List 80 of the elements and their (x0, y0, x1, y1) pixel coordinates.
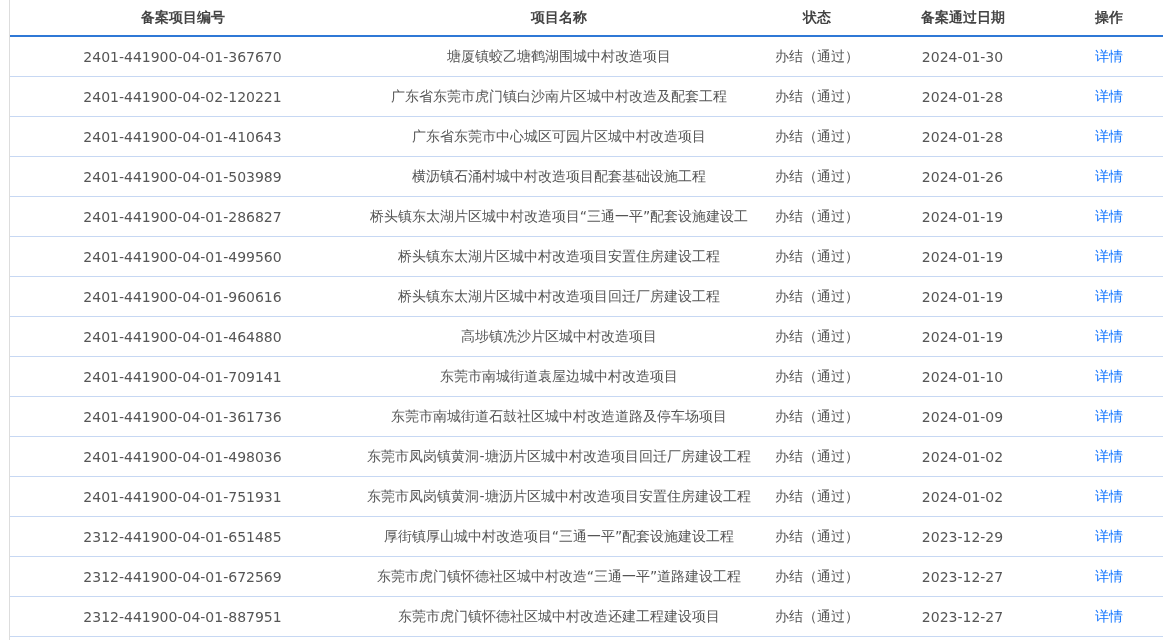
details-link[interactable]: 详情 (1095, 527, 1123, 544)
table-cell: 办结（通过） (763, 596, 870, 637)
table-cell: 2401-441900-04-01-503989 (10, 156, 355, 197)
table-cell: 办结（通过） (763, 436, 870, 477)
details-link[interactable]: 详情 (1095, 607, 1123, 624)
table-cell: 2024-01-30 (870, 36, 1055, 77)
table-cell: 2023-12-27 (870, 556, 1055, 597)
table-cell: 2024-01-19 (870, 196, 1055, 237)
details-link[interactable]: 详情 (1095, 407, 1123, 424)
table-cell: 2401-441900-04-01-709141 (10, 356, 355, 397)
column-header: 备案通过日期 (870, 0, 1055, 36)
table-cell: 办结（通过） (763, 516, 870, 557)
table-cell: 2024-01-02 (870, 476, 1055, 517)
table-cell: 2024-01-19 (870, 236, 1055, 277)
table-cell: 2401-441900-04-01-367670 (10, 36, 355, 77)
table-cell: 2401-441900-04-01-410643 (10, 116, 355, 157)
details-link[interactable]: 详情 (1095, 247, 1123, 264)
table-cell: 2024-01-10 (870, 356, 1055, 397)
table-cell: 东莞市凤岗镇黄洞-塘沥片区城中村改造项目回迁厂房建设工程 (355, 436, 763, 477)
table-cell: 2024-01-02 (870, 436, 1055, 477)
column-header: 项目名称 (355, 0, 763, 36)
table-cell: 办结（通过） (763, 76, 870, 117)
table-cell: 2024-01-28 (870, 76, 1055, 117)
details-link[interactable]: 详情 (1095, 207, 1123, 224)
table-cell: 东莞市南城街道袁屋边城中村改造项目 (355, 356, 763, 397)
table-cell: 2024-01-09 (870, 396, 1055, 437)
details-link[interactable]: 详情 (1095, 287, 1123, 304)
table-cell: 2024-01-28 (870, 116, 1055, 157)
table-cell: 2312-441900-04-01-672569 (10, 556, 355, 597)
table-cell: 办结（通过） (763, 316, 870, 357)
details-link[interactable]: 详情 (1095, 487, 1123, 504)
column-header: 状态 (763, 0, 870, 36)
table-cell: 办结（通过） (763, 156, 870, 197)
table-cell: 2401-441900-04-01-464880 (10, 316, 355, 357)
details-link[interactable]: 详情 (1095, 447, 1123, 464)
details-link[interactable]: 详情 (1095, 167, 1123, 184)
table-cell: 办结（通过） (763, 116, 870, 157)
table-cell: 塘厦镇蛟乙塘鹤湖围城中村改造项目 (355, 36, 763, 77)
table-cell: 东莞市南城街道石鼓社区城中村改造道路及停车场项目 (355, 396, 763, 437)
table-cell: 办结（通过） (763, 556, 870, 597)
table-cell: 厚街镇厚山城中村改造项目“三通一平”配套设施建设工程 (355, 516, 763, 557)
table-cell: 办结（通过） (763, 396, 870, 437)
table-cell: 2401-441900-04-01-499560 (10, 236, 355, 277)
table-cell: 办结（通过） (763, 236, 870, 277)
column-header: 备案项目编号 (10, 0, 355, 36)
details-link[interactable]: 详情 (1095, 567, 1123, 584)
table-cell: 2401-441900-04-01-361736 (10, 396, 355, 437)
table-cell: 东莞市凤岗镇黄洞-塘沥片区城中村改造项目安置住房建设工程 (355, 476, 763, 517)
table-cell: 办结（通过） (763, 276, 870, 317)
table-cell: 办结（通过） (763, 356, 870, 397)
details-link[interactable]: 详情 (1095, 127, 1123, 144)
table-cell: 东莞市虎门镇怀德社区城中村改造还建工程建设项目 (355, 596, 763, 637)
details-link[interactable]: 详情 (1095, 327, 1123, 344)
table-cell: 2312-441900-04-01-651485 (10, 516, 355, 557)
column-header: 操作 (1055, 0, 1163, 36)
table-cell: 2024-01-19 (870, 316, 1055, 357)
table-cell: 2023-12-29 (870, 516, 1055, 557)
details-link[interactable]: 详情 (1095, 47, 1123, 64)
table-cell: 办结（通过） (763, 196, 870, 237)
table-cell: 2024-01-19 (870, 276, 1055, 317)
details-link[interactable]: 详情 (1095, 367, 1123, 384)
table-cell: 2024-01-26 (870, 156, 1055, 197)
table-cell: 2401-441900-04-01-751931 (10, 476, 355, 517)
table-cell: 2401-441900-04-01-498036 (10, 436, 355, 477)
table-cell: 2401-441900-04-02-120221 (10, 76, 355, 117)
table-cell: 横沥镇石涌村城中村改造项目配套基础设施工程 (355, 156, 763, 197)
table-cell: 桥头镇东太湖片区城中村改造项目回迁厂房建设工程 (355, 276, 763, 317)
table-cell: 广东省东莞市虎门镇白沙南片区城中村改造及配套工程 (355, 76, 763, 117)
table-cell: 办结（通过） (763, 36, 870, 77)
table-cell: 高埗镇冼沙片区城中村改造项目 (355, 316, 763, 357)
table-cell: 广东省东莞市中心城区可园片区城中村改造项目 (355, 116, 763, 157)
table-cell: 东莞市虎门镇怀德社区城中村改造“三通一平”道路建设工程 (355, 556, 763, 597)
details-link[interactable]: 详情 (1095, 87, 1123, 104)
table-cell: 2401-441900-04-01-960616 (10, 276, 355, 317)
table-cell: 办结（通过） (763, 476, 870, 517)
table-cell: 2023-12-27 (870, 596, 1055, 637)
table-cell: 2401-441900-04-01-286827 (10, 196, 355, 237)
table-cell: 桥头镇东太湖片区城中村改造项目安置住房建设工程 (355, 236, 763, 277)
table-cell: 桥头镇东太湖片区城中村改造项目“三通一平”配套设施建设工 (355, 196, 763, 237)
table-cell: 2312-441900-04-01-887951 (10, 596, 355, 637)
